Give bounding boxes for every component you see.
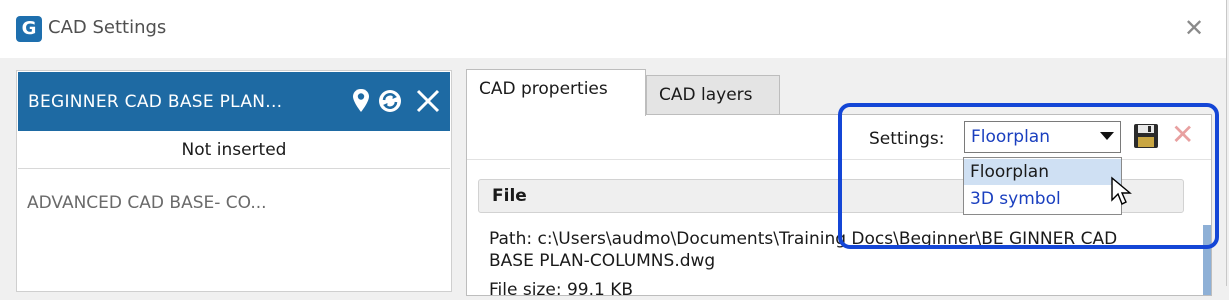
- tab-cad-layers[interactable]: CAD layers: [646, 75, 780, 116]
- settings-select-value: Floorplan: [971, 127, 1050, 147]
- close-icon[interactable]: [415, 86, 441, 116]
- cad-files-list: BEGINNER CAD BASE PLAN... Not inserted A…: [16, 70, 452, 292]
- dropdown-option-3d-symbol[interactable]: 3D symbol: [964, 186, 1121, 212]
- title-bar: G CAD Settings ✕: [0, 0, 1226, 58]
- dropdown-arrow-icon[interactable]: [1100, 132, 1114, 140]
- refresh-icon[interactable]: [377, 86, 403, 116]
- file-path: Path: c:\Users\audmo\Documents\Training …: [489, 229, 1118, 271]
- settings-label: Settings:: [869, 129, 945, 149]
- dropdown-option-floorplan[interactable]: Floorplan: [964, 159, 1121, 185]
- window-close-icon[interactable]: ✕: [1184, 14, 1204, 42]
- delete-icon[interactable]: ✕: [1171, 121, 1194, 149]
- settings-select[interactable]: Floorplan: [964, 121, 1121, 153]
- mouse-cursor-icon: [1111, 176, 1132, 205]
- list-item-cad-file[interactable]: ADVANCED CAD BASE- CO...: [27, 193, 267, 213]
- cad-settings-window: G CAD Settings ✕ BEGINNER CAD BASE PLAN.…: [0, 0, 1227, 300]
- location-pin-icon[interactable]: [348, 86, 374, 116]
- window-title: CAD Settings: [48, 17, 167, 38]
- app-logo-icon: G: [16, 16, 42, 42]
- selected-cad-file[interactable]: BEGINNER CAD BASE PLAN...: [18, 72, 450, 131]
- settings-dropdown-list: Floorplan 3D symbol: [963, 157, 1122, 215]
- save-floppy-icon[interactable]: [1133, 123, 1159, 149]
- selected-cad-file-name: BEGINNER CAD BASE PLAN...: [28, 92, 283, 112]
- file-size: File size: 99.1 KB: [489, 280, 634, 300]
- vertical-scrollbar[interactable]: [1203, 225, 1211, 295]
- tab-cad-properties[interactable]: CAD properties: [466, 69, 646, 116]
- insert-status: Not inserted: [18, 132, 450, 169]
- file-section-label: File: [492, 186, 527, 206]
